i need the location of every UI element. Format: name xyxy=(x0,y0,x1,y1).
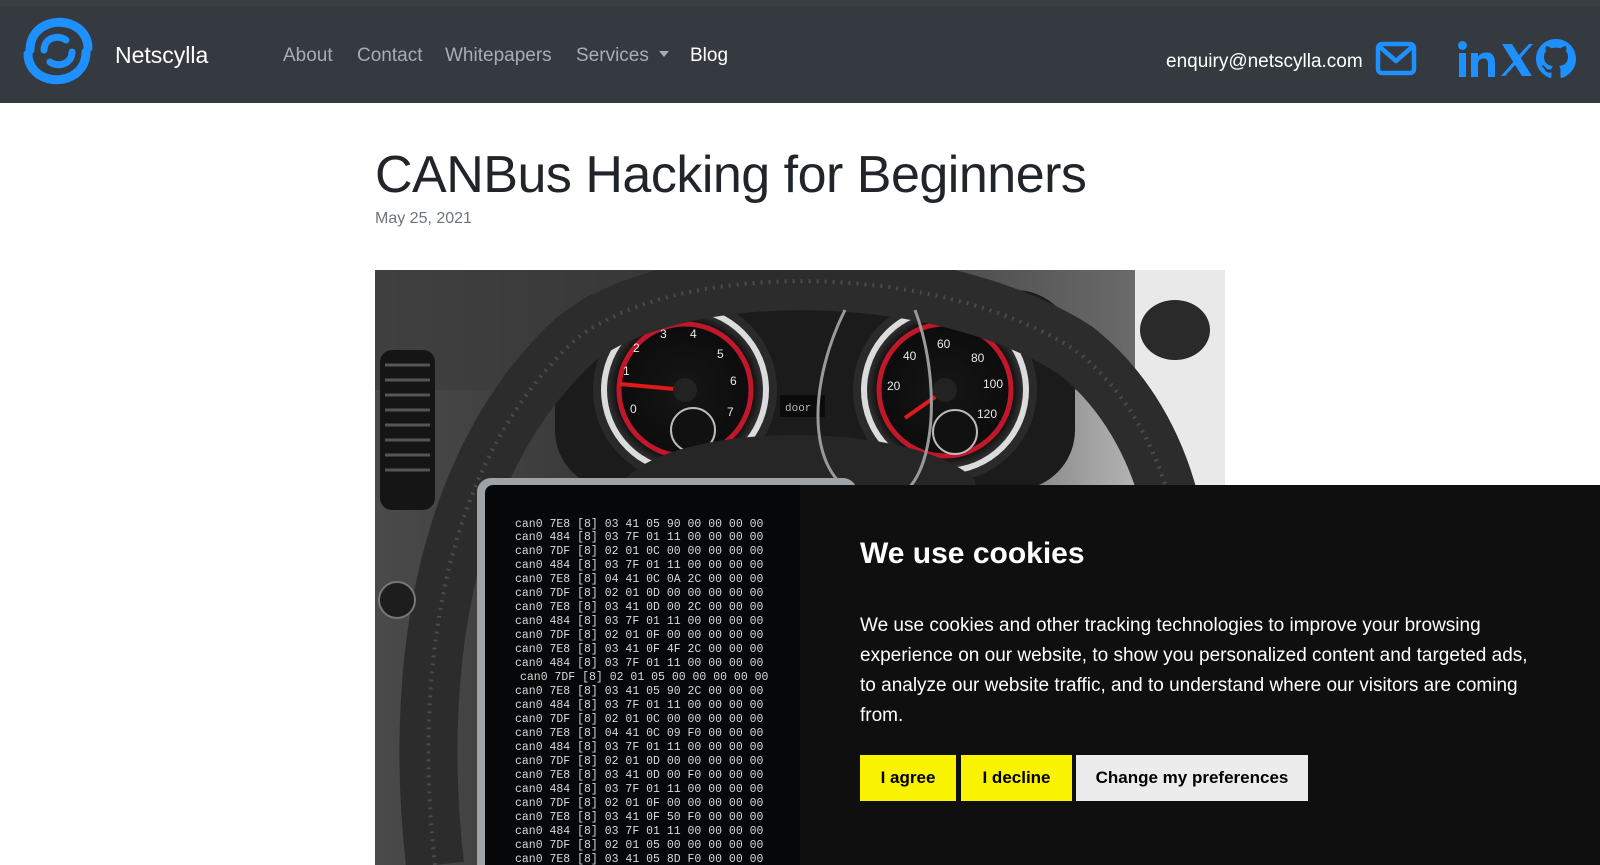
agree-button[interactable]: I agree xyxy=(860,755,956,801)
gauge-right-label: 100 xyxy=(983,377,1003,391)
gauge-left-label: 7 xyxy=(727,405,734,419)
terminal-line: can0 7E8 [8] 04 41 0C 0A 2C 00 00 00 xyxy=(515,573,764,586)
terminal-line: can0 7DF [8] 02 01 05 00 00 00 00 00 xyxy=(520,671,769,684)
terminal-line: can0 7E8 [8] 03 41 0D 00 F0 00 00 00 xyxy=(515,769,764,782)
terminal-line: can0 7DF [8] 02 01 0C 00 00 00 00 00 xyxy=(515,545,764,558)
nav-about[interactable]: About xyxy=(283,45,333,67)
terminal-line: can0 7DF [8] 02 01 0D 00 00 00 00 00 xyxy=(515,587,764,600)
terminal-line: can0 484 [8] 03 7F 01 11 00 00 00 00 xyxy=(515,559,764,572)
email-link[interactable]: enquiry@netscylla.com xyxy=(1166,51,1363,73)
terminal-line: can0 7E8 [8] 03 41 05 8D F0 00 00 00 xyxy=(515,853,764,865)
cookie-text: We use cookies and other tracking techno… xyxy=(860,615,1528,726)
terminal-line: can0 7DF [8] 02 01 0C 00 00 00 00 00 xyxy=(515,713,764,726)
terminal-line: can0 7E8 [8] 03 41 05 90 2C 00 00 00 xyxy=(515,685,764,698)
gauge-right-label: 80 xyxy=(971,351,985,365)
gauge-right-label: 120 xyxy=(977,407,997,421)
decline-button[interactable]: I decline xyxy=(961,755,1072,801)
terminal-line: can0 7E8 [8] 03 41 0D 00 2C 00 00 00 xyxy=(515,601,764,614)
nav-blog[interactable]: Blog xyxy=(690,45,728,67)
gauge-right-label: 20 xyxy=(887,379,901,393)
terminal-line: can0 484 [8] 03 7F 01 11 00 00 00 00 xyxy=(515,741,764,754)
chevron-down-icon xyxy=(658,50,669,57)
gauge-right-label: 60 xyxy=(937,337,951,351)
gauge-left-label: 4 xyxy=(690,327,697,341)
terminal-line: can0 484 [8] 03 7F 01 11 00 00 00 00 xyxy=(515,699,764,712)
article-date: May 25, 2021 xyxy=(375,210,472,227)
door-indicator: door xyxy=(785,403,811,415)
change-preferences-button[interactable]: Change my preferences xyxy=(1076,755,1308,801)
can-log-terminal: can0 7E8 [8] 03 41 05 90 00 00 00 00 can… xyxy=(515,518,769,865)
linkedin-icon[interactable] xyxy=(1457,39,1497,79)
brand-name[interactable]: Netscylla xyxy=(115,42,208,69)
terminal-line: can0 7DF [8] 02 01 0D 00 00 00 00 00 xyxy=(515,755,764,768)
gauge-left-label: 0 xyxy=(630,402,637,416)
nav-services-label: Services xyxy=(576,45,649,66)
nav-contact[interactable]: Contact xyxy=(357,45,422,67)
nav-services[interactable]: Services xyxy=(576,45,669,67)
terminal-line: can0 484 [8] 03 7F 01 11 00 00 00 00 xyxy=(515,615,764,628)
x-icon[interactable] xyxy=(1500,42,1534,78)
terminal-line: can0 7DF [8] 02 01 0F 00 00 00 00 00 xyxy=(515,797,764,810)
gauge-left-label: 5 xyxy=(717,347,724,361)
terminal-line: can0 7E8 [8] 03 41 05 90 00 00 00 00 xyxy=(515,518,764,531)
terminal-line: can0 484 [8] 03 7F 01 11 00 00 00 00 xyxy=(515,783,764,796)
terminal-line: can0 7DF [8] 02 01 05 00 00 00 00 00 xyxy=(515,839,764,852)
terminal-line: can0 7E8 [8] 03 41 0F 50 F0 00 00 00 xyxy=(515,811,764,824)
article-title: CANBus Hacking for Beginners xyxy=(375,146,1087,204)
terminal-line: can0 484 [8] 03 7F 01 11 00 00 00 00 xyxy=(515,657,764,670)
nav-whitepapers[interactable]: Whitepapers xyxy=(445,45,552,67)
netscylla-logo[interactable] xyxy=(22,14,94,86)
cookie-title: We use cookies xyxy=(860,537,1085,570)
terminal-line: can0 7E8 [8] 03 41 0F 4F 2C 00 00 00 xyxy=(515,643,764,656)
cookie-banner: We use cookies We use cookies and other … xyxy=(800,485,1600,865)
terminal-line: can0 484 [8] 03 7F 01 11 00 00 00 00 xyxy=(515,825,764,838)
github-icon[interactable] xyxy=(1535,38,1577,80)
gauge-left-label: 1 xyxy=(623,364,630,378)
terminal-line: can0 7DF [8] 02 01 0F 00 00 00 00 00 xyxy=(515,629,764,642)
gauge-right-label: 40 xyxy=(903,349,917,363)
terminal-line: can0 484 [8] 03 7F 01 11 00 00 00 00 xyxy=(515,531,764,544)
gauge-left-label: 6 xyxy=(730,374,737,388)
navbar: Netscylla About Contact Whitepapers Serv… xyxy=(0,6,1600,103)
nav-whitepapers-label: Whitepapers xyxy=(445,45,552,66)
mail-icon[interactable] xyxy=(1375,41,1417,76)
terminal-line: can0 7E8 [8] 04 41 0C 09 F0 00 00 00 xyxy=(515,727,764,740)
gauge-left-label: 2 xyxy=(633,341,640,355)
